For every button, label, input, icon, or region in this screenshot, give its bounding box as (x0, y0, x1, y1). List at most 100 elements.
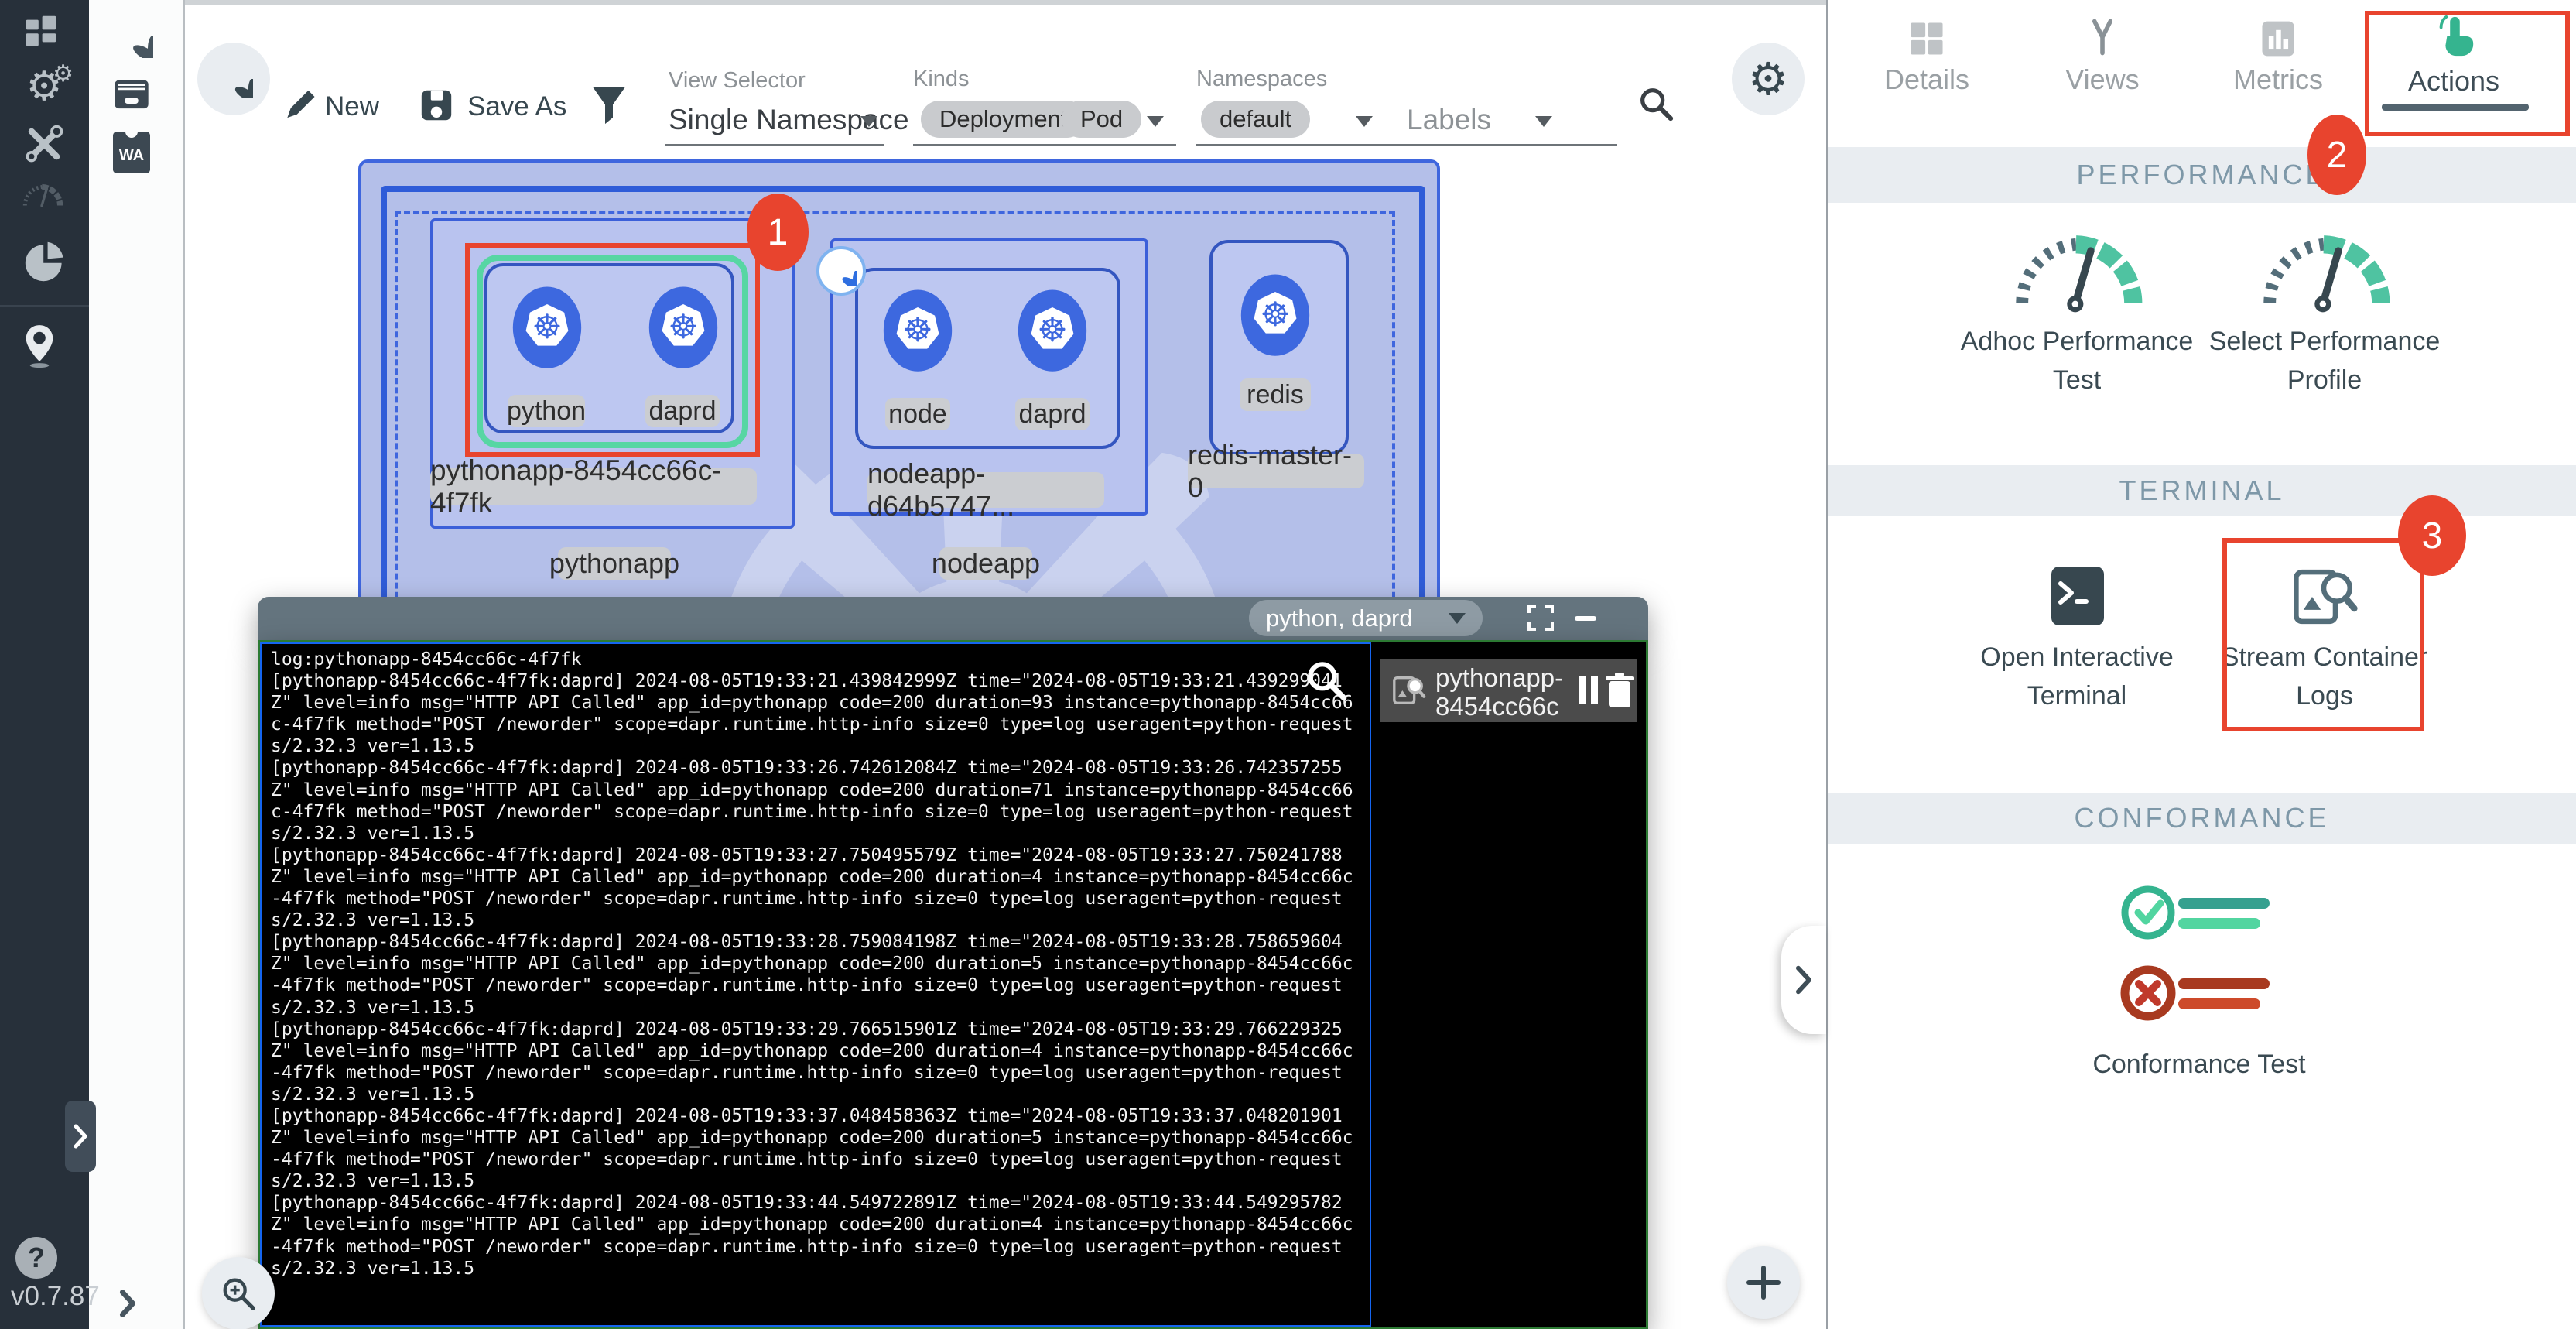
pod-label: redis-master-0 (1188, 454, 1364, 488)
kinds-underline (913, 144, 1176, 146)
tab-details-label[interactable]: Details (1842, 63, 2012, 96)
version-label: v0.7.87 (11, 1281, 100, 1312)
help-icon[interactable]: ? (15, 1237, 57, 1279)
namespaces-caret-icon[interactable] (1356, 116, 1373, 127)
conformance-test-label[interactable]: Conformance Test (2068, 1050, 2331, 1080)
labels-underline (1407, 144, 1617, 146)
kubernetes-container-icon (1016, 288, 1089, 376)
panel-divider (1826, 0, 1828, 1329)
kinds-caret-icon[interactable] (1147, 116, 1164, 127)
adhoc-performance-button[interactable] (2004, 223, 2151, 317)
tools-icon[interactable] (22, 122, 66, 166)
floppy-icon (418, 87, 455, 124)
log-output: log:pythonapp-8454cc66c-4f7fk [pythonapp… (262, 644, 1370, 1284)
container-node[interactable] (881, 288, 954, 376)
wa-glyph: WA (119, 147, 144, 164)
group-label-pythonapp: pythonapp (558, 547, 671, 580)
rail-expand-chevron-icon[interactable] (111, 1286, 145, 1320)
panel-collapse-button[interactable] (1781, 926, 1826, 1034)
tab-metrics-label[interactable]: Metrics (2193, 63, 2363, 96)
terminal-tab-list: pythonapp- 8454cc66c (1371, 642, 1646, 1327)
select-performance-profile-button[interactable] (2252, 223, 2399, 317)
select-performance-label[interactable]: Select Performance (2193, 327, 2456, 357)
pencil-icon (282, 88, 316, 122)
tab-views-label[interactable]: Views (2017, 63, 2188, 96)
right-panel: Details Views Metrics Actions 2 PERFORMA… (1828, 0, 2576, 1329)
select-performance-label2[interactable]: Profile (2193, 365, 2456, 396)
adhoc-performance-label[interactable]: Adhoc Performance (1945, 327, 2208, 357)
namespaces-underline (1196, 144, 1407, 146)
workspace-button[interactable] (197, 43, 270, 115)
tab-details[interactable] (1905, 17, 1948, 60)
left-sidebar: ⚙⚙ ? (0, 0, 89, 1329)
trash-icon[interactable] (1604, 672, 1635, 709)
container-selector-dropdown[interactable]: python, daprd (1249, 600, 1483, 636)
terminal-titlebar[interactable]: python, daprd (258, 597, 1648, 640)
open-terminal-button[interactable] (2050, 565, 2106, 627)
chart-pie-icon[interactable] (23, 240, 67, 283)
dashboard-icon[interactable] (21, 11, 61, 51)
container-redis[interactable] (1239, 272, 1312, 361)
settings-gears-icon[interactable]: ⚙⚙ (19, 62, 69, 111)
filter-button[interactable] (590, 84, 628, 127)
new-button-label[interactable]: New (325, 91, 379, 122)
sidebar-expand-button[interactable] (65, 1101, 96, 1172)
kubernetes-container-icon (881, 288, 954, 376)
open-terminal-label2[interactable]: Terminal (1945, 681, 2208, 711)
view-selector-caret-icon[interactable] (860, 116, 877, 127)
labels-caret-icon[interactable] (1535, 116, 1552, 127)
terminal-tab-pythonapp[interactable]: pythonapp- 8454cc66c (1380, 659, 1637, 722)
metrics-bars-icon (2256, 17, 2300, 60)
kind-chip-pod[interactable]: Pod (1062, 101, 1141, 138)
tab-views[interactable] (2081, 15, 2124, 59)
settings-button[interactable]: ⚙ (1732, 43, 1805, 115)
wasm-icon[interactable]: WA (111, 130, 152, 175)
stream-logs-icon (1391, 673, 1426, 708)
container-selector-value: python, daprd (1266, 605, 1413, 632)
open-terminal-label[interactable]: Open Interactive (1945, 642, 2208, 673)
minimize-icon[interactable] (1575, 616, 1596, 621)
tab-metrics[interactable] (2256, 17, 2300, 60)
new-view-button[interactable] (282, 88, 317, 124)
locations-pin-icon[interactable] (18, 320, 61, 372)
gear-icon: ⚙ (1748, 53, 1788, 105)
search-button[interactable] (1634, 82, 1678, 125)
view-selector-label: View Selector (669, 68, 806, 94)
zoom-in-button[interactable] (202, 1257, 275, 1329)
add-button[interactable] (1727, 1246, 1800, 1319)
secondary-rail: WA (89, 0, 185, 1329)
dapr-badge-icon (816, 246, 866, 296)
fullscreen-button[interactable] (1526, 603, 1557, 634)
annotation-badge-2: 2 (2307, 115, 2366, 195)
workflow-spiral-icon[interactable] (109, 14, 154, 59)
app-window: ☸ (0, 0, 2576, 1329)
namespace-chip-default[interactable]: default (1201, 101, 1310, 138)
kubernetes-container-icon (1239, 272, 1312, 361)
annotation-badge-3: 3 (2398, 495, 2466, 576)
search-icon (1636, 84, 1676, 124)
terminal-body: log:pythonapp-8454cc66c-4f7fk [pythonapp… (258, 640, 1648, 1329)
chevron-right-icon (1794, 964, 1814, 995)
save-as-button[interactable] (418, 87, 455, 124)
container-daprd-node[interactable] (1016, 288, 1089, 376)
save-as-button-label[interactable]: Save As (467, 91, 566, 122)
pause-icon[interactable] (1591, 676, 1598, 704)
section-header-terminal: TERMINAL (1828, 465, 2576, 516)
gauge-icon (2252, 223, 2399, 317)
annotation-badge-1: 1 (747, 194, 809, 271)
conformance-test-button[interactable] (2117, 879, 2287, 1033)
sidebar-divider (0, 305, 89, 307)
kinds-label: Kinds (913, 67, 970, 92)
annotation-box-stream-logs (2222, 538, 2424, 731)
section-header-performance: PERFORMANCE (1828, 147, 2576, 203)
adhoc-performance-label2[interactable]: Test (1945, 365, 2208, 396)
labels-dropdown[interactable]: Labels (1407, 104, 1491, 136)
conformance-checklist-icon (2117, 879, 2287, 1033)
pod-label: nodeapp-d64b5747... (867, 472, 1104, 508)
performance-gauge-icon[interactable] (19, 180, 66, 212)
pause-icon[interactable] (1579, 676, 1586, 704)
details-grid-icon (1905, 17, 1948, 60)
magnifier-cursor-icon (1302, 656, 1350, 704)
archive-icon[interactable] (111, 73, 152, 115)
pod-label: pythonapp-8454cc66c-4f7fk (430, 468, 757, 505)
